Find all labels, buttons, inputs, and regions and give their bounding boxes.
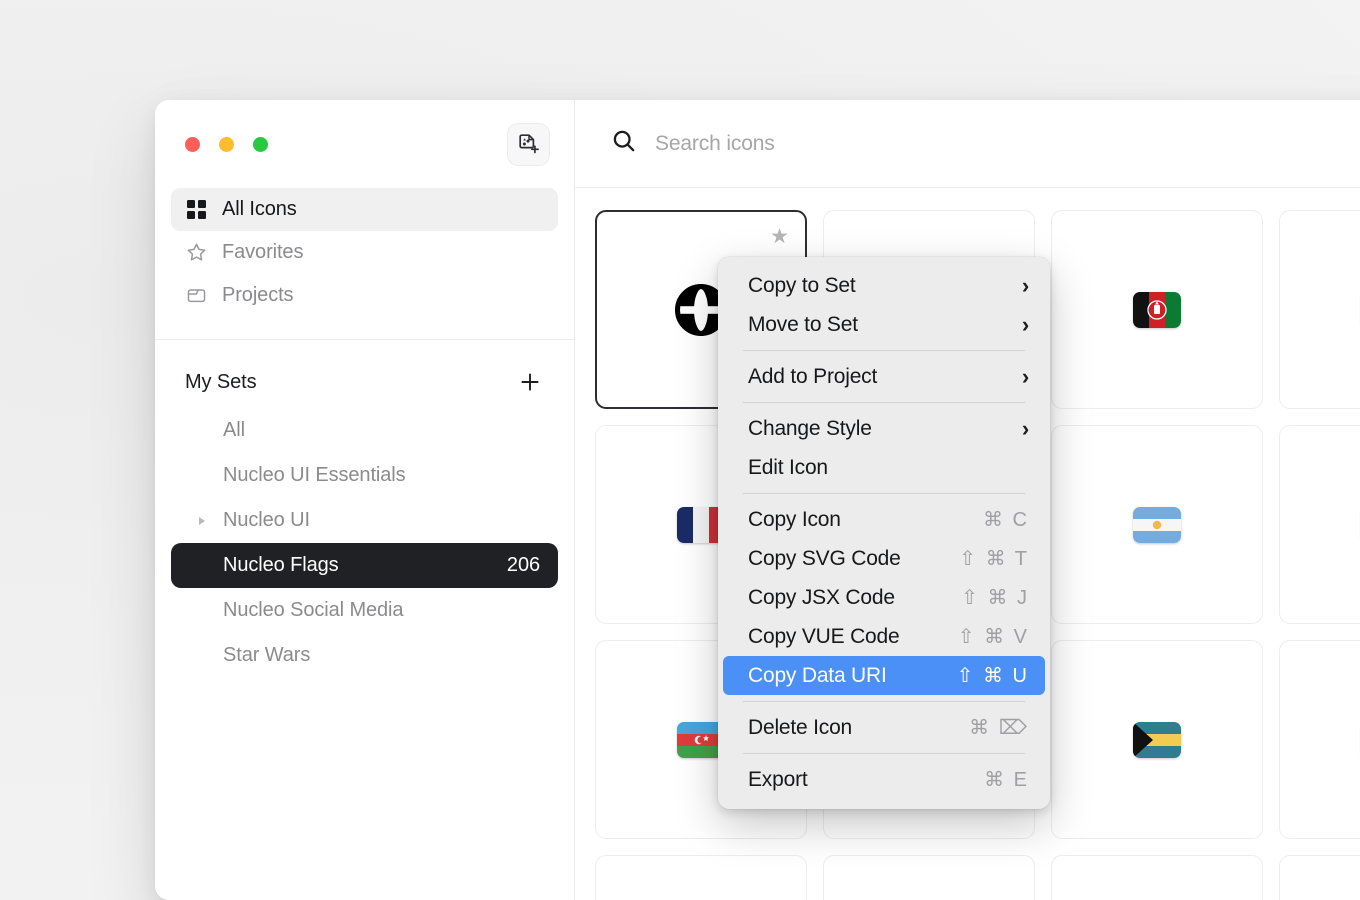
menu-item-shortcut: ⇧ ⌘ T bbox=[959, 546, 1029, 571]
my-sets-list: All Nucleo UI Essentials Nucleo UI Nucle… bbox=[155, 408, 574, 678]
set-item-label: Nucleo Social Media bbox=[223, 599, 403, 622]
menu-item-move-to-set[interactable]: Move to Set › bbox=[723, 305, 1045, 344]
menu-separator bbox=[743, 493, 1025, 494]
menu-item-label: Add to Project bbox=[748, 365, 877, 389]
menu-item-shortcut: ⇧ ⌘ V bbox=[958, 624, 1029, 649]
menu-item-label: Copy SVG Code bbox=[748, 547, 901, 571]
menu-item-shortcut: ⌘ ⌦ bbox=[969, 715, 1029, 740]
set-item-count: 206 bbox=[507, 554, 540, 577]
menu-item-label: Copy Data URI bbox=[748, 664, 887, 688]
chevron-right-icon: › bbox=[1022, 275, 1029, 297]
icon-card-british-virgin-islands[interactable] bbox=[1279, 210, 1360, 409]
menu-item-add-to-project[interactable]: Add to Project › bbox=[723, 357, 1045, 396]
maximize-button[interactable] bbox=[253, 137, 268, 152]
argentina-flag-icon bbox=[1133, 507, 1181, 543]
menu-item-delete-icon[interactable]: Delete Icon ⌘ ⌦ bbox=[723, 708, 1045, 747]
sidebar-item-label: All Icons bbox=[222, 198, 297, 221]
traffic-lights bbox=[185, 137, 268, 152]
grid-icon bbox=[185, 199, 207, 221]
my-sets-header: My Sets bbox=[155, 340, 574, 408]
icon-card-argentina[interactable] bbox=[1051, 425, 1263, 624]
menu-separator bbox=[743, 402, 1025, 403]
favorite-star-icon[interactable]: ★ bbox=[770, 226, 789, 247]
star-icon bbox=[185, 242, 207, 264]
sidebar-item-favorites[interactable]: Favorites bbox=[171, 231, 558, 274]
bahamas-flag-icon bbox=[1133, 722, 1181, 758]
icon-card-bahrain[interactable] bbox=[1279, 640, 1360, 839]
menu-item-shortcut: ⇧ ⌘ U bbox=[957, 663, 1029, 688]
menu-item-export[interactable]: Export ⌘ E bbox=[723, 760, 1045, 799]
new-icon-set-button[interactable] bbox=[507, 123, 550, 166]
menu-item-shortcut: ⇧ ⌘ J bbox=[961, 585, 1029, 610]
menu-item-label: Move to Set bbox=[748, 313, 858, 337]
minimize-button[interactable] bbox=[219, 137, 234, 152]
icon-card-bahamas[interactable] bbox=[1051, 640, 1263, 839]
menu-item-shortcut: ⌘ C bbox=[983, 507, 1029, 532]
icon-card-placeholder-7[interactable] bbox=[1279, 855, 1360, 900]
menu-item-label: Copy JSX Code bbox=[748, 586, 895, 610]
add-set-button[interactable] bbox=[518, 370, 542, 394]
chevron-right-icon: › bbox=[1022, 314, 1029, 336]
menu-item-label: Edit Icon bbox=[748, 456, 828, 480]
menu-item-copy-jsx-code[interactable]: Copy JSX Code ⇧ ⌘ J bbox=[723, 578, 1045, 617]
new-icon-set-icon bbox=[517, 132, 541, 156]
chevron-right-icon: › bbox=[1022, 366, 1029, 388]
sidebar-item-projects[interactable]: Projects bbox=[171, 274, 558, 317]
menu-item-label: Copy Icon bbox=[748, 508, 841, 532]
sidebar-item-label: Projects bbox=[222, 284, 293, 307]
menu-separator bbox=[743, 753, 1025, 754]
menu-item-label: Delete Icon bbox=[748, 716, 852, 740]
menu-item-change-style[interactable]: Change Style › bbox=[723, 409, 1045, 448]
folder-icon bbox=[185, 285, 207, 307]
icon-card-placeholder-5[interactable] bbox=[823, 855, 1035, 900]
menu-item-copy-svg-code[interactable]: Copy SVG Code ⇧ ⌘ T bbox=[723, 539, 1045, 578]
plus-icon bbox=[519, 371, 541, 393]
my-sets-title: My Sets bbox=[185, 371, 257, 394]
set-item-label: All bbox=[223, 419, 245, 442]
menu-item-copy-icon[interactable]: Copy Icon ⌘ C bbox=[723, 500, 1045, 539]
menu-item-label: Export bbox=[748, 768, 808, 792]
search-bar[interactable]: Search icons bbox=[575, 100, 1360, 188]
set-item-nucleo-social-media[interactable]: Nucleo Social Media bbox=[171, 588, 558, 633]
set-item-label: Nucleo Flags bbox=[223, 554, 339, 577]
menu-item-copy-to-set[interactable]: Copy to Set › bbox=[723, 266, 1045, 305]
set-item-nucleo-flags[interactable]: Nucleo Flags 206 bbox=[171, 543, 558, 588]
sidebar-primary-nav: All Icons Favorites Projects bbox=[155, 188, 574, 339]
sidebar: All Icons Favorites Projects bbox=[155, 100, 575, 900]
menu-item-copy-data-uri[interactable]: Copy Data URI ⇧ ⌘ U bbox=[723, 656, 1045, 695]
menu-separator bbox=[743, 701, 1025, 702]
menu-item-shortcut: ⌘ E bbox=[984, 767, 1029, 792]
search-input[interactable]: Search icons bbox=[655, 132, 775, 156]
icon-card-placeholder-4[interactable] bbox=[595, 855, 807, 900]
set-item-nucleo-ui-essentials[interactable]: Nucleo UI Essentials bbox=[171, 453, 558, 498]
chevron-right-icon[interactable] bbox=[199, 517, 205, 525]
menu-item-edit-icon[interactable]: Edit Icon bbox=[723, 448, 1045, 487]
menu-item-copy-vue-code[interactable]: Copy VUE Code ⇧ ⌘ V bbox=[723, 617, 1045, 656]
set-item-label: Star Wars bbox=[223, 644, 310, 667]
close-button[interactable] bbox=[185, 137, 200, 152]
search-icon bbox=[611, 128, 637, 159]
window-titlebar bbox=[155, 100, 574, 188]
set-item-label: Nucleo UI bbox=[223, 509, 310, 532]
set-item-all[interactable]: All bbox=[171, 408, 558, 453]
sidebar-item-label: Favorites bbox=[222, 241, 303, 264]
sidebar-item-all-icons[interactable]: All Icons bbox=[171, 188, 558, 231]
menu-item-label: Change Style bbox=[748, 417, 872, 441]
menu-item-label: Copy VUE Code bbox=[748, 625, 899, 649]
set-item-star-wars[interactable]: Star Wars bbox=[171, 633, 558, 678]
set-item-nucleo-ui[interactable]: Nucleo UI bbox=[171, 498, 558, 543]
menu-separator bbox=[743, 350, 1025, 351]
context-menu: Copy to Set › Move to Set › Add to Proje… bbox=[718, 257, 1050, 809]
afghanistan-flag-icon bbox=[1133, 292, 1181, 328]
menu-item-label: Copy to Set bbox=[748, 274, 856, 298]
icon-card-placeholder-6[interactable] bbox=[1051, 855, 1263, 900]
chevron-right-icon: › bbox=[1022, 418, 1029, 440]
set-item-label: Nucleo UI Essentials bbox=[223, 464, 406, 487]
icon-card-australia[interactable] bbox=[1279, 425, 1360, 624]
icon-card-afghanistan[interactable] bbox=[1051, 210, 1263, 409]
